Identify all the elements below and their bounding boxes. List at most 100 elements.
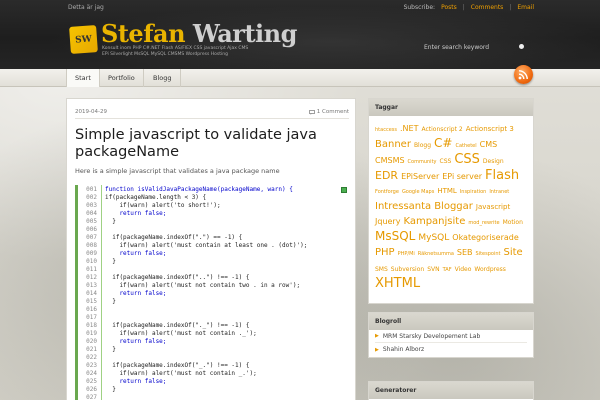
- tag-link[interactable]: Javascript: [476, 202, 510, 213]
- code-line-text: if(warn) alert('must not contain two . i…: [105, 282, 301, 289]
- nav-start[interactable]: Start: [66, 69, 100, 87]
- nav-blogg[interactable]: Blogg: [145, 69, 181, 87]
- tag-link[interactable]: Wordpress: [474, 264, 506, 275]
- blogroll-link[interactable]: MRM Starsky Developement Lab: [383, 333, 480, 340]
- search-input[interactable]: Enter search keyword: [424, 40, 534, 54]
- tag-link[interactable]: SVN: [427, 264, 439, 275]
- tag-link[interactable]: EPi server: [442, 171, 482, 182]
- tag-link[interactable]: TAF: [443, 265, 452, 276]
- code-line-number: 018: [86, 322, 97, 329]
- tag-link[interactable]: CMSMS: [375, 155, 405, 166]
- generators-widget: Generatorer: [368, 381, 534, 400]
- nav-portfolio[interactable]: Portfolio: [100, 69, 144, 87]
- tag-link[interactable]: Cathetel: [455, 141, 476, 152]
- tag-link[interactable]: Inspiration: [460, 187, 487, 198]
- site-tagline: Konsult inom PHP C#.NET Flash AS/FlEX CS…: [102, 46, 249, 57]
- tag-link[interactable]: Fontforge: [375, 187, 399, 198]
- code-line-number: 003: [86, 202, 97, 209]
- blogroll-link[interactable]: Shahin Alborz: [383, 346, 424, 353]
- tag-link[interactable]: Google Maps: [402, 187, 434, 198]
- post-comments-link[interactable]: 1 Comment: [308, 109, 349, 115]
- separator: |: [509, 4, 512, 11]
- separator: |: [462, 4, 465, 11]
- tag-link[interactable]: C#: [434, 137, 452, 149]
- post-date: 2019-04-29: [75, 109, 107, 115]
- tag-link[interactable]: Intressanta: [375, 201, 431, 212]
- blogroll-item[interactable]: ▶ MRM Starsky Developement Lab: [375, 330, 527, 343]
- comment-icon: [308, 109, 315, 115]
- tag-link[interactable]: SMS: [375, 264, 388, 275]
- main-nav: Start Portfolio Blogg: [0, 69, 600, 87]
- tag-cloud: htaccess .NET Actionscript 2 Actionscript 3…: [369, 116, 533, 293]
- topbar-link[interactable]: Detta är jag: [68, 4, 104, 11]
- tag-link[interactable]: XHTML: [375, 277, 420, 290]
- tag-link[interactable]: .NET: [400, 123, 418, 134]
- code-line-text: }: [105, 298, 116, 305]
- tag-link[interactable]: Kampanjsite: [403, 216, 465, 227]
- tag-link[interactable]: Actionscript 3: [466, 124, 514, 135]
- post-title[interactable]: Simple javascript to validate java packa…: [75, 127, 355, 161]
- code-line-text: return false;: [105, 250, 167, 257]
- post-meta: 2019-04-29 1 Comment: [75, 107, 349, 119]
- tag-link[interactable]: Community: [408, 157, 437, 168]
- tag-link[interactable]: Subversion: [391, 264, 424, 275]
- code-line-number: 005: [86, 218, 97, 225]
- subscribe-posts-link[interactable]: Posts: [441, 4, 457, 11]
- tag-link[interactable]: MySQL: [418, 233, 449, 244]
- tag-link[interactable]: Motion: [503, 217, 523, 228]
- tags-widget: Taggar htaccess .NET Actionscript 2 Actions…: [368, 98, 534, 304]
- logo-icon[interactable]: SW: [69, 25, 98, 54]
- tag-link[interactable]: CSS: [440, 156, 452, 167]
- tag-link[interactable]: Intranet: [489, 187, 509, 198]
- tag-link[interactable]: Design: [483, 156, 504, 167]
- code-line-text: if(packageName.indexOf("..") !== -1) {: [105, 274, 250, 281]
- code-line-text: return false;: [105, 338, 167, 345]
- tag-link[interactable]: HTML: [437, 186, 456, 197]
- code-line-number: 011: [86, 266, 97, 273]
- code-line-number: 007: [86, 234, 97, 241]
- post-excerpt: Here is a simple javascript that validat…: [75, 167, 280, 175]
- tag-link[interactable]: PHP: [375, 247, 395, 258]
- tag-link[interactable]: Banner: [375, 139, 411, 150]
- subscribe-email-link[interactable]: Email: [517, 4, 534, 11]
- tag-link[interactable]: Bloggar: [434, 201, 473, 212]
- code-line-text: return false;: [105, 210, 167, 217]
- tag-link[interactable]: Blogg: [414, 140, 431, 151]
- code-line-number: 008: [86, 242, 97, 249]
- code-line-text: }: [105, 386, 116, 393]
- tag-link[interactable]: mod_rewrite: [468, 218, 499, 229]
- code-line-text: }: [105, 258, 116, 265]
- code-line-number: 012: [86, 274, 97, 281]
- subscribe-comments-link[interactable]: Comments: [471, 4, 504, 11]
- code-line-number: 014: [86, 290, 97, 297]
- code-line-number: 025: [86, 378, 97, 385]
- tag-link[interactable]: Jquery: [375, 216, 400, 227]
- code-line-number: 021: [86, 346, 97, 353]
- code-line-number: 026: [86, 386, 97, 393]
- search-button[interactable]: [519, 44, 524, 49]
- tag-link[interactable]: Räknetsumma: [418, 249, 454, 260]
- code-line-text: function isValidJavaPackageName(packageN…: [105, 186, 293, 193]
- tag-link[interactable]: Video: [455, 264, 472, 275]
- tag-link[interactable]: PHP/Mi: [398, 249, 415, 260]
- site-logo[interactable]: Stefan Warting: [101, 22, 297, 46]
- tag-link[interactable]: CMS: [480, 139, 498, 150]
- copy-code-icon[interactable]: [341, 187, 347, 193]
- rss-icon[interactable]: [514, 65, 533, 84]
- blog-post: 2019-04-29 1 Comment Simple javascript t…: [66, 98, 356, 400]
- blogroll-item[interactable]: ▶ Shahin Alborz: [375, 343, 527, 356]
- tag-link[interactable]: htaccess: [375, 125, 397, 136]
- tag-link[interactable]: Sitespoint: [476, 249, 501, 260]
- logo-first-name: Stefan: [101, 19, 186, 48]
- tag-link[interactable]: EDR: [375, 170, 398, 181]
- tag-link[interactable]: Site: [503, 247, 522, 258]
- code-line-text: if(packageName.indexOf("_.") !== -1) {: [105, 362, 250, 369]
- code-line-text: if(warn) alert('to short!');: [105, 202, 221, 209]
- tag-link[interactable]: SEB: [457, 247, 473, 258]
- tag-link[interactable]: Actionscript 2: [421, 124, 462, 135]
- tag-link[interactable]: Flash: [485, 169, 519, 182]
- tag-link[interactable]: EPiServer: [401, 171, 439, 182]
- tag-link[interactable]: MsSQL: [375, 230, 415, 242]
- tag-link[interactable]: CSS: [454, 153, 480, 166]
- tag-link[interactable]: Okategoriserade: [452, 232, 519, 243]
